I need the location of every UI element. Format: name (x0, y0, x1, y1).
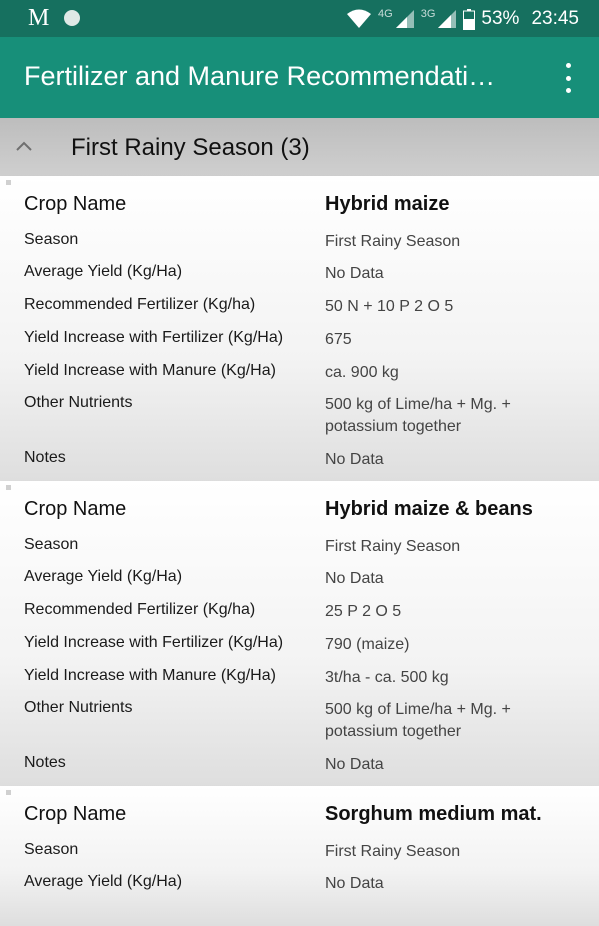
average-yield-label: Average Yield (Kg/Ha) (24, 568, 183, 585)
card-corner-mark (6, 485, 11, 490)
average-yield-value: No Data (325, 875, 384, 892)
clock: 23:45 (531, 8, 579, 29)
yield-fertilizer-value: 790 (maize) (325, 636, 410, 653)
more-vert-icon[interactable] (555, 63, 581, 93)
notes-label: Notes (24, 449, 66, 466)
season-group-title: First Rainy Season (3) (71, 134, 310, 161)
app-title: Fertilizer and Manure Recommendati… (24, 61, 496, 91)
yield-manure-value: 3t/ha - ca. 500 kg (325, 669, 449, 686)
season-value: First Rainy Season (325, 233, 461, 250)
notes-label: Notes (24, 754, 66, 771)
crop-name-label: Crop Name (24, 803, 127, 825)
app-bar: Fertilizer and Manure Recommendati… (0, 37, 599, 118)
battery-percent: 53% (481, 8, 520, 29)
other-nutrients-label: Other Nutrients (24, 699, 133, 716)
season-value: First Rainy Season (325, 538, 461, 555)
crop-name-label: Crop Name (24, 193, 127, 215)
recommended-fertilizer-value: 25 P 2 O 5 (325, 603, 402, 620)
recommended-fertilizer-value: 50 N + 10 P 2 O 5 (325, 298, 454, 315)
yield-fertilizer-label: Yield Increase with Fertilizer (Kg/Ha) (24, 634, 284, 651)
card-corner-mark (6, 180, 11, 185)
chevron-up-icon[interactable] (14, 136, 34, 156)
recommended-fertilizer-label: Recommended Fertilizer (Kg/ha) (24, 601, 256, 618)
yield-fertilizer-value: 675 (325, 331, 352, 348)
other-nutrients-value: 500 kg of Lime/ha + Mg. + potassium toge… (325, 396, 511, 435)
notification-dot-icon (64, 10, 80, 26)
other-nutrients-value: 500 kg of Lime/ha + Mg. + potassium toge… (325, 701, 511, 740)
crop-card[interactable]: Crop Name Sorghum medium mat. Season Fir… (0, 786, 599, 926)
season-label: Season (24, 841, 79, 858)
crop-name-value: Hybrid maize & beans (325, 498, 533, 520)
wifi-icon (347, 9, 372, 28)
season-value: First Rainy Season (325, 843, 461, 860)
average-yield-value: No Data (325, 265, 384, 282)
average-yield-label: Average Yield (Kg/Ha) (24, 873, 183, 890)
yield-manure-label: Yield Increase with Manure (Kg/Ha) (24, 362, 276, 379)
yield-manure-value: ca. 900 kg (325, 364, 399, 381)
yield-manure-label: Yield Increase with Manure (Kg/Ha) (24, 667, 276, 684)
other-nutrients-label: Other Nutrients (24, 394, 133, 411)
gmail-icon: M (28, 5, 50, 31)
status-bar: M 4G 3G 53% 23:45 (0, 0, 599, 37)
battery-icon (463, 8, 476, 30)
average-yield-label: Average Yield (Kg/Ha) (24, 263, 183, 280)
average-yield-value: No Data (325, 570, 384, 587)
season-label: Season (24, 536, 79, 553)
network-4g-label: 4G (378, 8, 393, 20)
signal-icon (395, 10, 414, 28)
yield-fertilizer-label: Yield Increase with Fertilizer (Kg/Ha) (24, 329, 284, 346)
crop-name-value: Sorghum medium mat. (325, 803, 542, 825)
notes-value: No Data (325, 756, 384, 773)
crop-card[interactable]: Crop Name Hybrid maize Season First Rain… (0, 176, 599, 481)
notes-value: No Data (325, 451, 384, 468)
crop-card[interactable]: Crop Name Hybrid maize & beans Season Fi… (0, 481, 599, 786)
crop-name-label: Crop Name (24, 498, 127, 520)
status-icons: 4G 3G 53% 23:45 (346, 6, 579, 32)
season-group-header[interactable]: First Rainy Season (3) (0, 118, 599, 176)
network-3g-label: 3G (420, 8, 436, 20)
crop-name-value: Hybrid maize (325, 193, 450, 215)
signal-icon (438, 10, 457, 28)
season-label: Season (24, 231, 79, 248)
card-corner-mark (6, 790, 11, 795)
recommended-fertilizer-label: Recommended Fertilizer (Kg/ha) (24, 296, 256, 313)
